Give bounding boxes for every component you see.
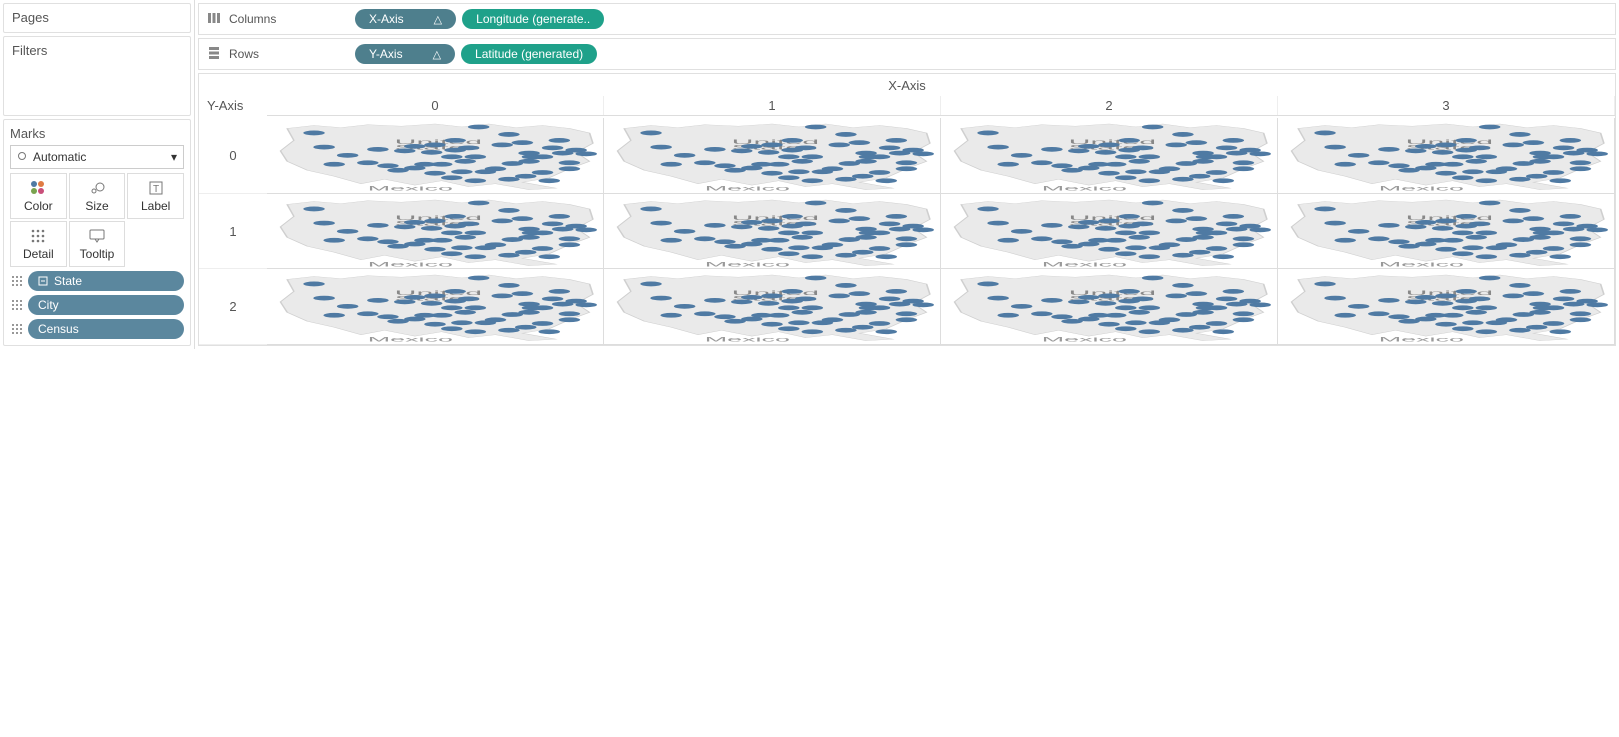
col-header-2: 2 (941, 96, 1278, 115)
map-grid[interactable]: UnitedStatesMexicoUnitedStatesMexicoUnit… (267, 118, 1615, 345)
column-headers: 0 1 2 3 (267, 96, 1615, 116)
hierarchy-icon (38, 276, 48, 286)
delta-icon: △ (433, 48, 441, 61)
map-cell-0-1[interactable]: UnitedStatesMexico (604, 118, 941, 194)
columns-label: Columns (229, 12, 276, 26)
svg-text:Mexico: Mexico (705, 337, 790, 344)
map-cell-0-3[interactable]: UnitedStatesMexico (1278, 118, 1615, 194)
col-header-1: 1 (604, 96, 941, 115)
columns-pill-xaxis-label: X-Axis (369, 12, 404, 26)
pill-census[interactable]: Census (28, 319, 184, 339)
delta-icon: △ (434, 13, 442, 26)
row-header-0: 0 (199, 118, 267, 194)
svg-text:Mexico: Mexico (368, 337, 453, 344)
label-icon: T (147, 179, 165, 197)
map-cell-1-2[interactable]: UnitedStatesMexico (941, 194, 1278, 270)
label-label: Label (141, 199, 170, 213)
filters-panel[interactable]: Filters (3, 36, 191, 116)
color-icon (29, 179, 47, 197)
detail-icon (29, 227, 47, 245)
svg-text:Mexico: Mexico (1042, 185, 1127, 192)
svg-text:Mexico: Mexico (1379, 185, 1464, 192)
chevron-down-icon: ▾ (171, 150, 177, 164)
map-cell-2-1[interactable]: UnitedStatesMexico (604, 269, 941, 345)
map-cell-2-2[interactable]: UnitedStatesMexico (941, 269, 1278, 345)
columns-pill-longitude-label: Longitude (generate.. (476, 12, 590, 26)
detail-dots-icon (10, 322, 24, 336)
rows-pill-yaxis-label: Y-Axis (369, 47, 403, 61)
mark-type-dropdown[interactable]: Automatic ▾ (10, 145, 184, 169)
svg-text:T: T (153, 184, 159, 195)
col-header-0: 0 (267, 96, 604, 115)
size-button[interactable]: Size (69, 173, 126, 219)
circle-icon (17, 150, 27, 164)
rows-icon (207, 46, 221, 63)
rows-shelf[interactable]: Rows Y-Axis △ Latitude (generated) (198, 38, 1616, 70)
x-axis-title: X-Axis (199, 78, 1615, 93)
tooltip-label: Tooltip (80, 247, 115, 261)
columns-pill-longitude[interactable]: Longitude (generate.. (462, 9, 604, 29)
row-header-1: 1 (199, 194, 267, 270)
svg-text:Mexico: Mexico (1042, 261, 1127, 268)
size-icon (88, 179, 106, 197)
map-cell-0-2[interactable]: UnitedStatesMexico (941, 118, 1278, 194)
columns-shelf[interactable]: Columns X-Axis △ Longitude (generate.. (198, 3, 1616, 35)
rows-pill-latitude[interactable]: Latitude (generated) (461, 44, 597, 64)
svg-text:Mexico: Mexico (1379, 261, 1464, 268)
columns-icon (207, 11, 221, 28)
svg-text:Mexico: Mexico (705, 261, 790, 268)
rows-pill-latitude-label: Latitude (generated) (475, 47, 583, 61)
pill-city-label: City (38, 298, 59, 312)
columns-pill-xaxis[interactable]: X-Axis △ (355, 9, 456, 29)
detail-pill-city-row[interactable]: City (10, 295, 184, 315)
detail-pill-census-row[interactable]: Census (10, 319, 184, 339)
svg-text:Mexico: Mexico (705, 185, 790, 192)
label-button[interactable]: T Label (127, 173, 184, 219)
svg-text:Mexico: Mexico (1379, 337, 1464, 344)
svg-text:Mexico: Mexico (1042, 337, 1127, 344)
tooltip-icon (88, 227, 106, 245)
map-cell-0-0[interactable]: UnitedStatesMexico (267, 118, 604, 194)
visualization-area[interactable]: X-Axis Y-Axis 0 1 2 3 0 1 2 UnitedState (198, 73, 1616, 346)
rows-label: Rows (229, 47, 259, 61)
pill-city[interactable]: City (28, 295, 184, 315)
map-cell-2-0[interactable]: UnitedStatesMexico (267, 269, 604, 345)
filters-label: Filters (12, 43, 182, 58)
detail-button[interactable]: Detail (10, 221, 67, 267)
tooltip-button[interactable]: Tooltip (69, 221, 126, 267)
color-label: Color (24, 199, 53, 213)
pages-panel[interactable]: Pages (3, 3, 191, 33)
col-header-3: 3 (1278, 96, 1615, 115)
marks-panel: Marks Automatic ▾ Color Size (3, 119, 191, 346)
pill-state-label: State (54, 274, 82, 288)
marks-label: Marks (10, 126, 184, 141)
mark-type-label: Automatic (33, 150, 86, 164)
svg-text:Mexico: Mexico (368, 185, 453, 192)
map-cell-1-0[interactable]: UnitedStatesMexico (267, 194, 604, 270)
detail-dots-icon (10, 298, 24, 312)
size-label: Size (85, 199, 108, 213)
map-cell-1-1[interactable]: UnitedStatesMexico (604, 194, 941, 270)
row-header-2: 2 (199, 269, 267, 345)
pages-label: Pages (12, 10, 182, 25)
pill-state[interactable]: State (28, 271, 184, 291)
pill-census-label: Census (38, 322, 79, 336)
detail-label: Detail (23, 247, 54, 261)
color-button[interactable]: Color (10, 173, 67, 219)
detail-pill-state-row[interactable]: State (10, 271, 184, 291)
svg-text:Mexico: Mexico (368, 261, 453, 268)
map-cell-1-3[interactable]: UnitedStatesMexico (1278, 194, 1615, 270)
detail-dots-icon (10, 274, 24, 288)
row-headers: 0 1 2 (199, 118, 267, 345)
rows-pill-yaxis[interactable]: Y-Axis △ (355, 44, 455, 64)
y-axis-title: Y-Axis (207, 98, 243, 113)
map-cell-2-3[interactable]: UnitedStatesMexico (1278, 269, 1615, 345)
